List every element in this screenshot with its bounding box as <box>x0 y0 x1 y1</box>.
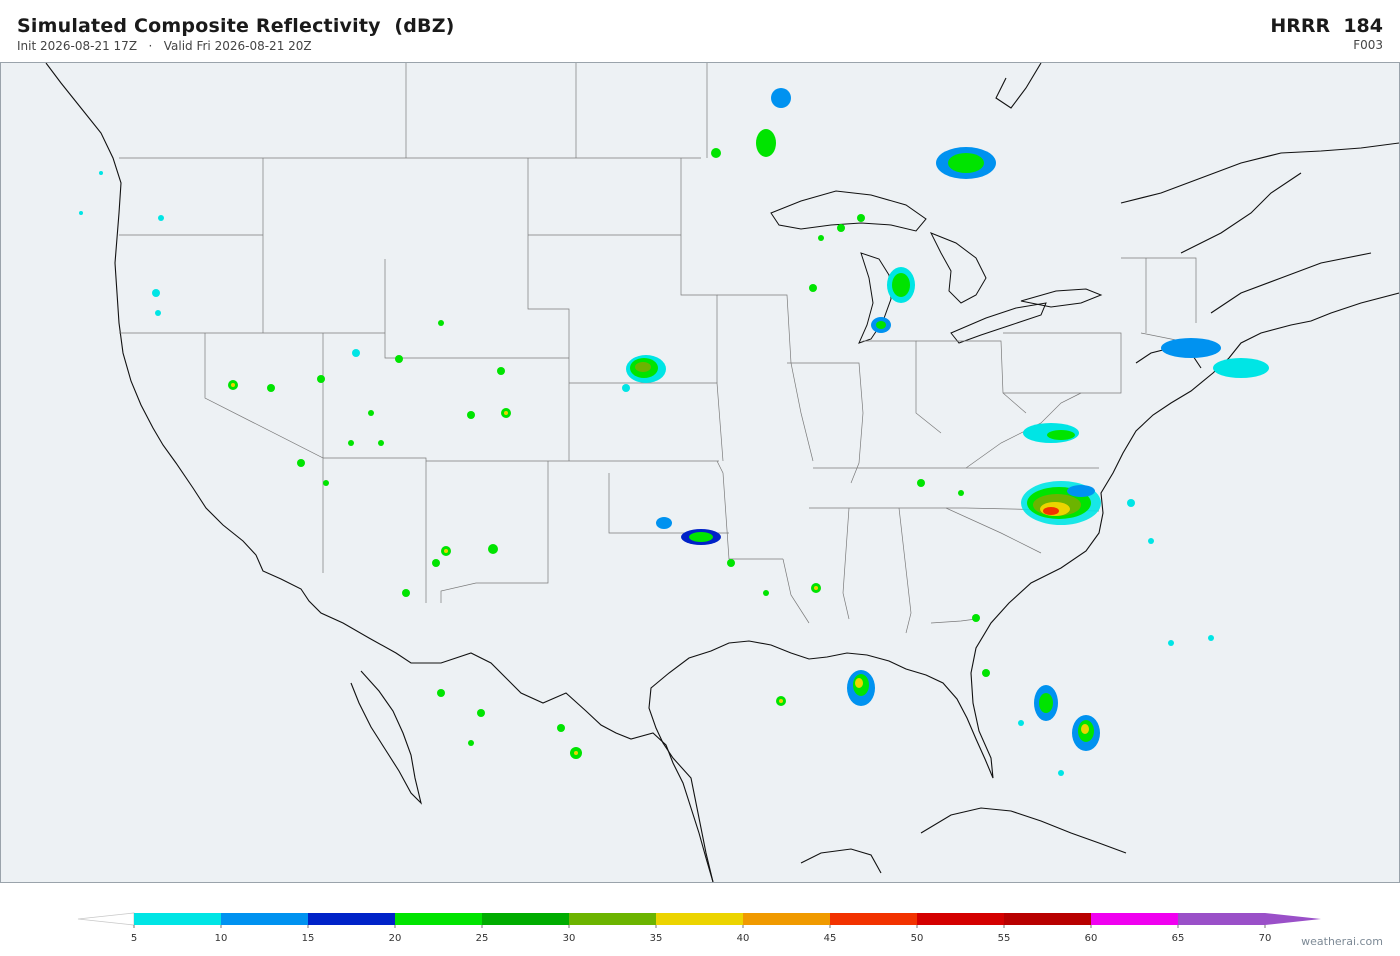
forecast-hour-label: F003 <box>1353 38 1383 52</box>
colorbar-tick-label: 5 <box>130 933 138 944</box>
colorbar-tick-label: 45 <box>823 933 837 944</box>
colorbar-high-extend <box>1265 913 1321 925</box>
colorbar-scale <box>77 912 1321 928</box>
colorbar-tick-label: 50 <box>910 933 924 944</box>
colorbar-swatch <box>917 913 1004 925</box>
watermark: weatherai.com <box>1301 935 1383 948</box>
colorbar-low-extend <box>77 912 135 926</box>
colorbar-swatch <box>830 913 917 925</box>
colorbar-swatch <box>569 913 656 925</box>
colorbar-swatch <box>656 913 743 925</box>
colorbar-swatch <box>308 913 395 925</box>
colorbar-tick-label: 30 <box>562 933 576 944</box>
colorbar-legend: 5 10 15 20 25 30 35 40 45 50 55 60 65 70 <box>0 900 1400 956</box>
colorbar-tick-label: 70 <box>1258 933 1272 944</box>
colorbar-swatch <box>1004 913 1091 925</box>
map-title: Simulated Composite Reflectivity (dBZ) <box>17 15 455 37</box>
colorbar-swatch <box>1091 913 1178 925</box>
colorbar-swatch <box>395 913 482 925</box>
colorbar-tick-label: 40 <box>736 933 750 944</box>
map-panel[interactable] <box>0 62 1400 883</box>
header: Simulated Composite Reflectivity (dBZ) I… <box>0 0 1400 62</box>
colorbar-tick-label: 60 <box>1084 933 1098 944</box>
colorbar-tick-label: 55 <box>997 933 1011 944</box>
colorbar-tick-label: 10 <box>214 933 228 944</box>
state-lines-layer <box>119 63 1202 634</box>
model-run-label: HRRR 184 <box>1270 15 1383 37</box>
colorbar-swatch <box>221 913 308 925</box>
colorbar-swatch <box>134 913 221 925</box>
colorbar-swatch <box>482 913 569 925</box>
colorbar-tick-label: 35 <box>649 933 663 944</box>
colorbar-tick-label: 15 <box>301 933 315 944</box>
colorbar-tick-label: 65 <box>1171 933 1185 944</box>
colorbar-tick-label: 25 <box>475 933 489 944</box>
colorbar-tick-label: 20 <box>388 933 402 944</box>
init-valid-time: Init 2026-08-21 17Z · Valid Fri 2026-08-… <box>17 39 312 53</box>
great-lakes-layer <box>770 190 1103 344</box>
colorbar-swatch <box>743 913 830 925</box>
map-canvas <box>45 63 1399 882</box>
radar-echoes-layer <box>79 88 1269 776</box>
colorbar-swatch <box>1178 913 1265 925</box>
